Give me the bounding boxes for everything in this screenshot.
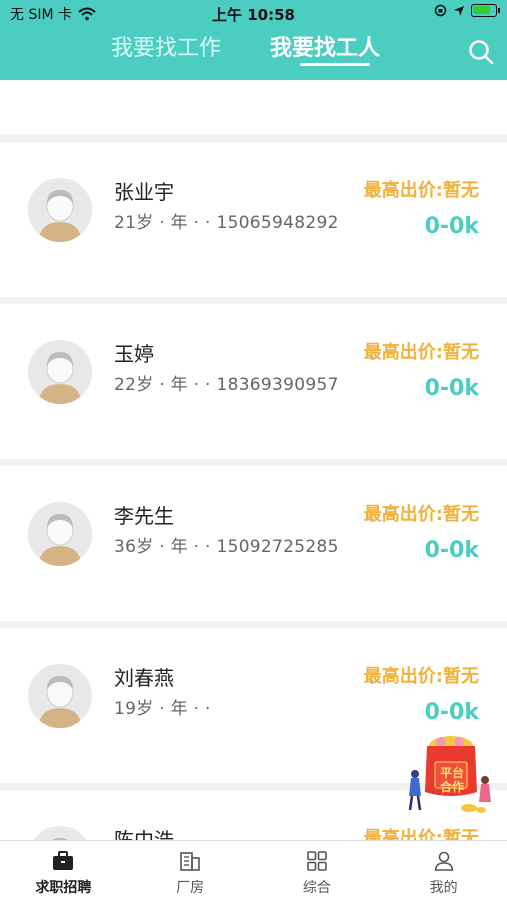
nav-item-factory[interactable]: 厂房	[127, 841, 254, 900]
avatar-icon	[28, 340, 92, 404]
highest-bid-label: 最高出价:暂无	[363, 666, 479, 687]
worker-name: 张业宇	[114, 180, 174, 204]
highest-bid-label: 最高出价:暂无	[363, 180, 479, 201]
top-header: 无 SIM 卡 上午 10:58 我要找工作 我要找工人	[0, 0, 507, 80]
tab-find-job[interactable]: 我要找工作	[111, 30, 221, 62]
worker-card[interactable]: 张业宇 21岁 · 年 · · 15065948292 最高出价:暂无 0-0k	[0, 142, 507, 297]
salary-range: 0-0k	[424, 376, 479, 401]
building-icon	[180, 852, 200, 871]
highest-bid-label: 最高出价:暂无	[363, 504, 479, 525]
tab-find-worker[interactable]: 我要找工人	[270, 30, 380, 62]
nav-item-jobs[interactable]: 求职招聘	[0, 841, 127, 900]
worker-info: 22岁 · 年 · · 18369390957	[114, 375, 339, 395]
avatar-icon	[28, 502, 92, 566]
avatar-icon	[28, 178, 92, 242]
platform-cooperation-badge[interactable]: 平台 合作	[405, 730, 497, 816]
grid-icon	[307, 851, 327, 871]
user-icon	[434, 851, 453, 871]
salary-range: 0-0k	[424, 538, 479, 563]
avatar-icon	[28, 664, 92, 728]
bottom-nav: 求职招聘 厂房 综合 我的	[0, 840, 507, 900]
top-blank-area	[0, 80, 507, 134]
nav-label: 求职招聘	[35, 880, 92, 896]
salary-range: 0-0k	[424, 700, 479, 725]
highest-bid-label: 最高出价:暂无	[363, 342, 479, 363]
worker-info: 19岁 · 年 · ·	[114, 699, 211, 719]
search-icon[interactable]	[467, 38, 495, 66]
nav-label: 综合	[302, 880, 331, 896]
badge-line-2: 合作	[439, 780, 464, 794]
salary-range: 0-0k	[424, 214, 479, 239]
worker-name: 玉婷	[114, 342, 154, 366]
worker-info: 36岁 · 年 · · 15092725285	[114, 537, 339, 557]
nav-item-mine[interactable]: 我的	[380, 841, 507, 900]
worker-card[interactable]: 李先生 36岁 · 年 · · 15092725285 最高出价:暂无 0-0k	[0, 466, 507, 621]
nav-label: 我的	[429, 880, 458, 896]
worker-name: 李先生	[114, 504, 174, 528]
worker-name: 刘春燕	[114, 666, 174, 690]
badge-text: 平台 合作	[437, 766, 467, 794]
briefcase-icon	[53, 851, 74, 870]
active-tab-indicator	[300, 63, 370, 66]
orientation-lock-icon	[434, 4, 447, 17]
status-bar: 无 SIM 卡 上午 10:58	[0, 0, 507, 26]
worker-card[interactable]: 玉婷 22岁 · 年 · · 18369390957 最高出价:暂无 0-0k	[0, 304, 507, 459]
status-right	[434, 4, 500, 17]
nav-label: 厂房	[176, 880, 205, 896]
worker-info: 21岁 · 年 · · 15065948292	[114, 213, 339, 233]
badge-line-1: 平台	[439, 766, 464, 780]
status-time: 上午 10:58	[212, 6, 295, 24]
location-icon	[454, 5, 464, 16]
nav-item-general[interactable]: 综合	[254, 841, 381, 900]
battery-icon	[471, 4, 500, 17]
